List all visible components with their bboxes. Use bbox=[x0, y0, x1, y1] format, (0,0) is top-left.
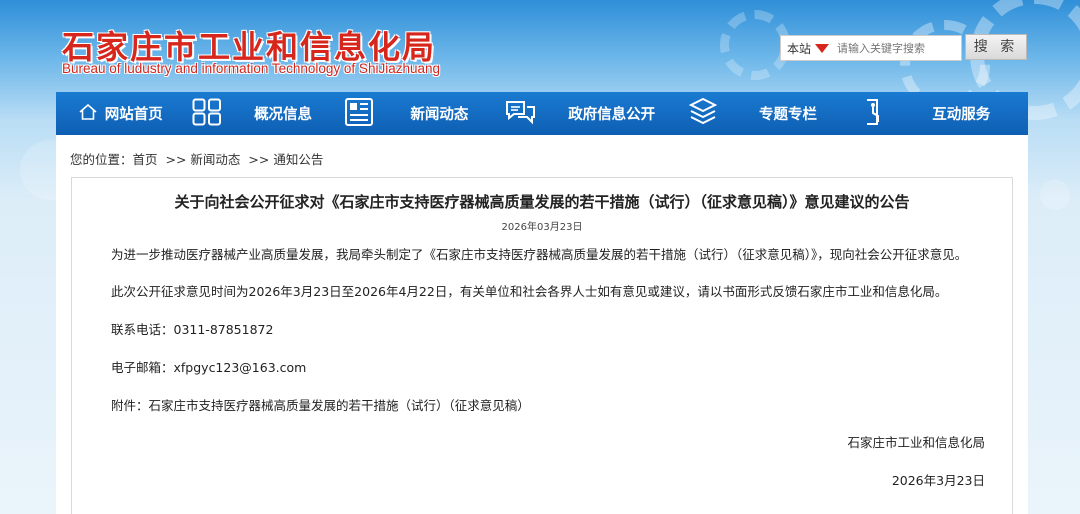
nav-item-topics[interactable]: 专题专栏 bbox=[725, 92, 850, 135]
interact-icon bbox=[861, 97, 885, 131]
article-signature: 石家庄市工业和信息化局 bbox=[847, 435, 985, 450]
layers-icon bbox=[689, 97, 718, 131]
search-scope-label[interactable]: 本站 bbox=[781, 40, 815, 57]
newspaper-icon bbox=[344, 97, 374, 131]
nav-label: 政府信息公开 bbox=[568, 107, 656, 123]
nav-item-news[interactable]: 新闻动态 bbox=[381, 92, 499, 135]
breadcrumb-prefix: 您的位置： bbox=[70, 152, 133, 167]
article-paragraph: 为进一步推动医疗器械产业高质量发展，我局牵头制定了《石家庄市支持医疗器械高质量发… bbox=[111, 247, 968, 262]
nav-separator bbox=[337, 92, 381, 135]
nav-separator bbox=[851, 92, 895, 135]
nav-label: 专题专栏 bbox=[758, 107, 817, 123]
nav-label: 互动服务 bbox=[932, 107, 991, 123]
grid-icon bbox=[192, 98, 222, 130]
search-button[interactable]: 搜 索 bbox=[965, 34, 1027, 60]
search-input[interactable] bbox=[837, 37, 957, 59]
nav-item-interaction[interactable]: 互动服务 bbox=[895, 92, 1028, 135]
caret-down-icon[interactable] bbox=[815, 43, 829, 53]
breadcrumb: 您的位置：首页 >> 新闻动态 >> 通知公告 bbox=[70, 149, 327, 168]
article-paragraph: 此次公开征求意见时间为2026年3月23日至2026年4月22日，有关单位和社会… bbox=[111, 284, 948, 299]
search-box: 本站 bbox=[780, 35, 962, 61]
article-sign-date: 2026年3月23日 bbox=[891, 473, 985, 488]
breadcrumb-news[interactable]: >> 新闻动态 bbox=[166, 152, 241, 167]
nav-label: 新闻动态 bbox=[410, 107, 469, 123]
site-header: 石家庄市工业和信息化局 Bureau of ludustry and infor… bbox=[0, 0, 1080, 92]
nav-separator bbox=[498, 92, 542, 135]
contact-email[interactable]: 电子邮箱：xfpgyc123@163.com bbox=[111, 357, 306, 376]
nav-item-overview[interactable]: 概况信息 bbox=[229, 92, 337, 135]
nav-item-gov-info[interactable]: 政府信息公开 bbox=[542, 92, 681, 135]
site-subtitle: Bureau of ludustry and information Techn… bbox=[62, 61, 440, 76]
nav-label: 概况信息 bbox=[254, 107, 313, 123]
nav-separator bbox=[681, 92, 725, 135]
breadcrumb-notices[interactable]: >> 通知公告 bbox=[248, 152, 323, 167]
nav-separator bbox=[185, 92, 229, 135]
article-title: 关于向社会公开征求对《石家庄市支持医疗器械高质量发展的若干措施（试行）（征求意见… bbox=[174, 193, 910, 211]
attachment-link[interactable]: 附件：石家庄市支持医疗器械高质量发展的若干措施（试行）（征求意见稿） bbox=[111, 395, 530, 414]
chat-icon bbox=[504, 98, 536, 130]
contact-phone: 联系电话：0311-87851872 bbox=[111, 322, 274, 337]
breadcrumb-home[interactable]: 首页 bbox=[133, 152, 158, 167]
article-date: 2026年03月23日 bbox=[501, 222, 583, 233]
bubble-decoration bbox=[1040, 180, 1070, 210]
nav-item-home[interactable]: 网站首页 bbox=[56, 92, 185, 135]
content-page: 您的位置：首页 >> 新闻动态 >> 通知公告 关于向社会公开征求对《石家庄市支… bbox=[56, 135, 1028, 514]
article: 关于向社会公开征求对《石家庄市支持医疗器械高质量发展的若干措施（试行）（征求意见… bbox=[71, 177, 1013, 514]
main-nav: 网站首页 概况信息 新闻动态 政府信息公开 专题专栏 互动服务 bbox=[56, 92, 1028, 135]
home-icon bbox=[79, 103, 97, 124]
nav-label: 网站首页 bbox=[104, 107, 163, 123]
